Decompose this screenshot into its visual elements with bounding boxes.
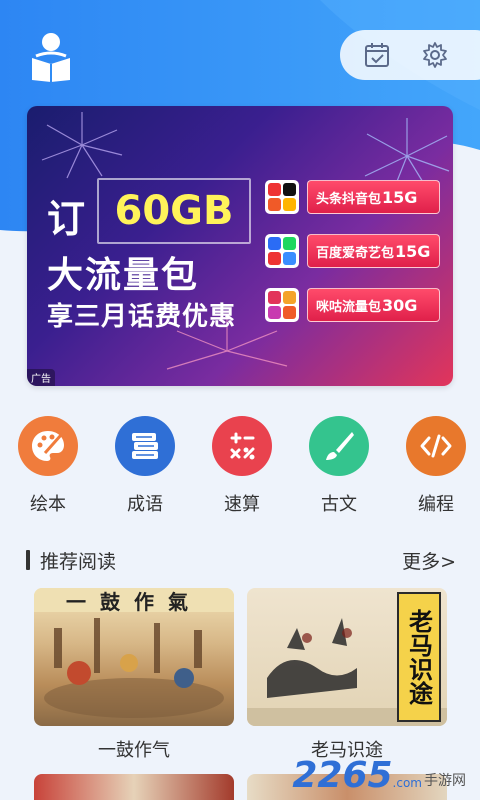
category-row: 绘本 成语 速算 古文 编程 [14, 416, 470, 516]
recommend-title: 推荐阅读 [26, 547, 116, 574]
paint-palette-icon [18, 416, 78, 476]
banner-subline: 享三月话费优惠 [47, 302, 237, 332]
book-stack-icon [115, 416, 175, 476]
gear-icon[interactable] [420, 40, 450, 70]
code-icon [406, 416, 466, 476]
calculator-icon [212, 416, 272, 476]
firework-decoration [41, 112, 123, 179]
package-item: 百度爱奇艺包 15G [265, 232, 440, 270]
package-label: 头条抖音包 15G [307, 180, 440, 214]
book-cover-illustration: 老马识途 [247, 588, 447, 726]
brush-icon [309, 416, 369, 476]
calendar-check-icon[interactable] [362, 40, 392, 70]
watermark-number: 2265 [292, 755, 393, 796]
book-card[interactable]: 老马识途 老马识途 [247, 588, 447, 762]
recommend-title-text: 推荐阅读 [40, 550, 117, 573]
book-caption: 一鼓作气 [98, 740, 170, 761]
top-actions-pill [340, 30, 480, 80]
category-huiben[interactable]: 绘本 [14, 416, 82, 516]
category-biancheng[interactable]: 编程 [402, 416, 470, 516]
category-label: 绘本 [30, 494, 66, 515]
title-bar-accent [26, 550, 30, 570]
banner-gb-amount: 60GB [97, 178, 251, 244]
watermark-suffix: .com [392, 776, 422, 790]
category-label: 古文 [321, 494, 357, 515]
category-label: 速算 [224, 494, 260, 515]
banner-ding: 订 [47, 197, 86, 241]
more-link[interactable]: 更多> [402, 547, 456, 574]
package-item: 咪咕流量包 30G [265, 286, 440, 324]
book-card-partial[interactable] [34, 774, 234, 800]
category-chengyu[interactable]: 成语 [111, 416, 179, 516]
category-label: 编程 [418, 494, 454, 515]
book-cover-title: 一鼓作氣 [66, 589, 202, 614]
app-screen: 订 60GB 大流量包 享三月话费优惠 头条抖音包15G 百度爱奇艺包15G [0, 0, 480, 800]
category-label: 成语 [127, 494, 163, 515]
book-card[interactable]: 一鼓作氣 一鼓作气 [34, 588, 234, 762]
watermark-text: 手游网 [424, 773, 466, 789]
package-label: 咪咕流量包 30G [307, 288, 440, 322]
category-susuan[interactable]: 速算 [208, 416, 276, 516]
book-cover-illustration: 一鼓作氣 [34, 588, 234, 726]
promo-banner[interactable]: 订 60GB 大流量包 享三月话费优惠 头条抖音包15G 百度爱奇艺包15G [27, 106, 453, 386]
recommend-header: 推荐阅读 更多> [26, 546, 456, 574]
app-icons-grid [265, 288, 299, 322]
package-label: 百度爱奇艺包 15G [307, 234, 440, 268]
app-icons-grid [265, 234, 299, 268]
banner-headline: 大流量包 [47, 255, 200, 296]
package-item: 头条抖音包 15G [265, 178, 440, 216]
ad-label: 广告 [27, 369, 55, 386]
site-watermark: 2265 .com 手游网 [292, 758, 466, 794]
app-icons-grid [265, 180, 299, 214]
category-guwen[interactable]: 古文 [305, 416, 373, 516]
book-cover-title: 老马识途 [397, 592, 441, 722]
reading-child-icon [28, 30, 74, 82]
